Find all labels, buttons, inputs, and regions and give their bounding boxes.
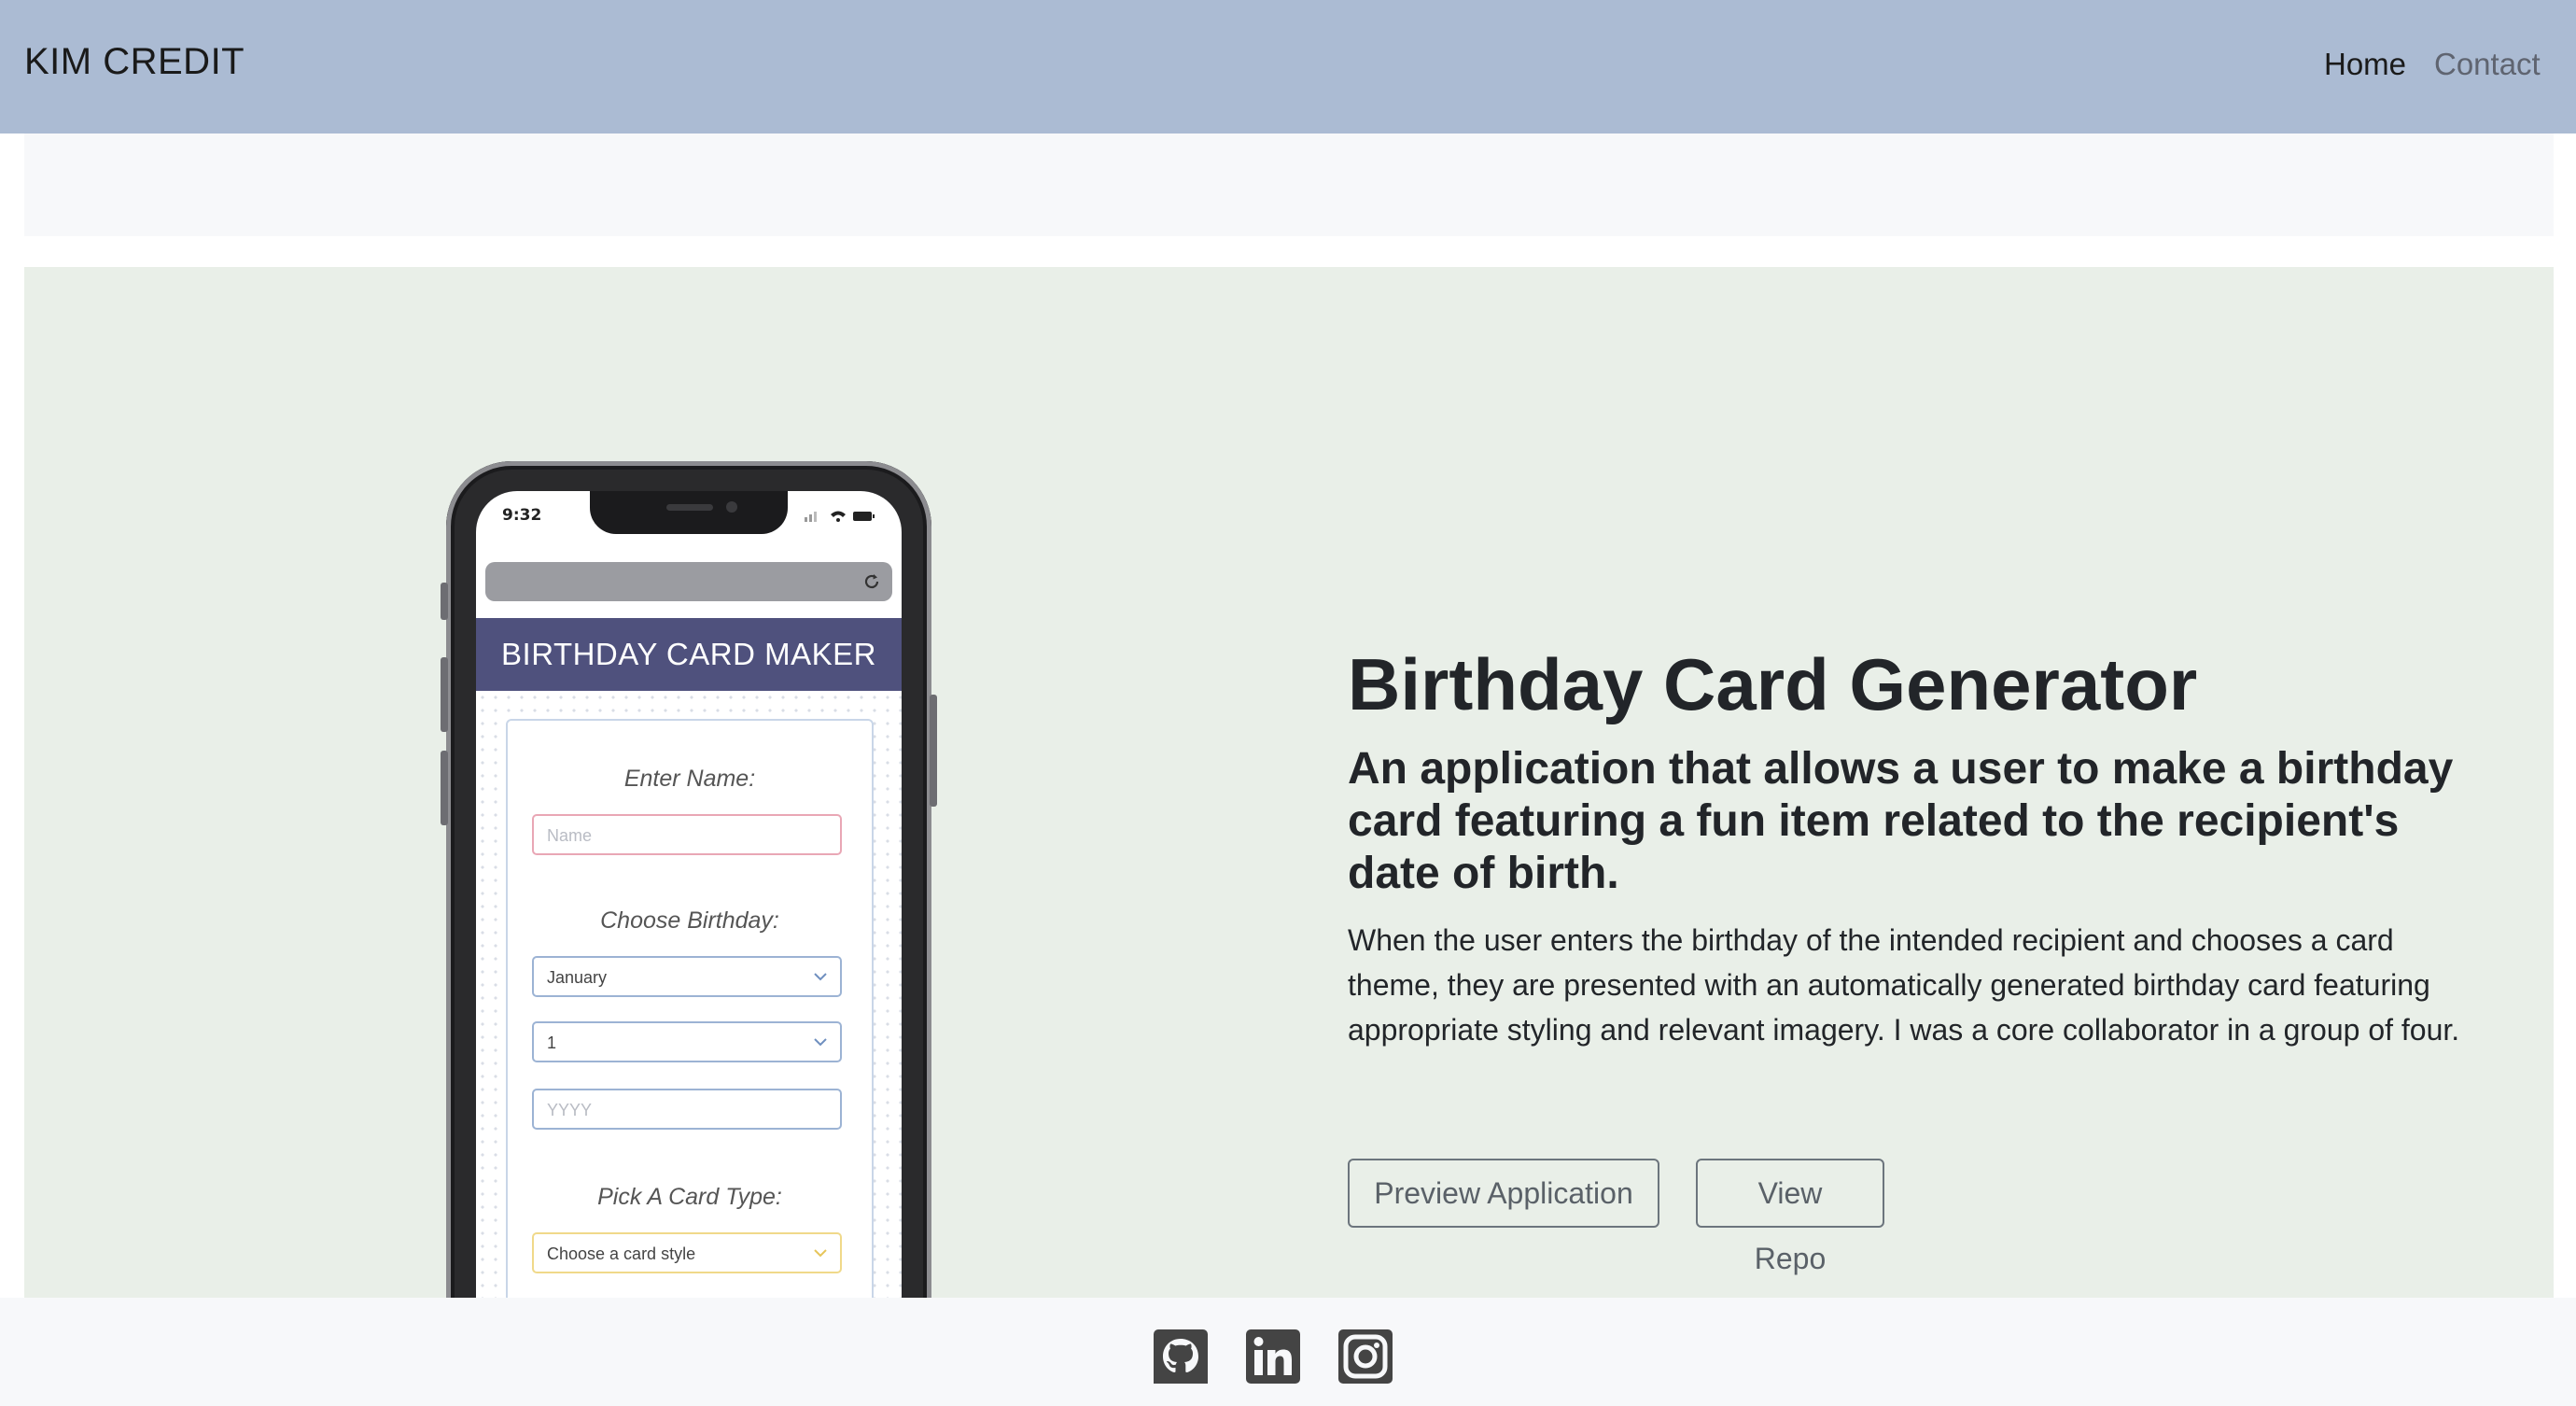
- month-select: January: [532, 956, 842, 997]
- phone-button: [441, 751, 448, 825]
- name-label: Enter Name:: [623, 766, 756, 792]
- status-time: 9:32: [502, 506, 542, 525]
- navbar: KIM CREDIT Home Contact: [0, 0, 2576, 134]
- header-strip: [24, 134, 2554, 236]
- preview-application-button[interactable]: Preview Application: [1348, 1159, 1659, 1228]
- birthday-label: Choose Birthday:: [600, 907, 779, 934]
- instagram-icon[interactable]: [1338, 1329, 1393, 1384]
- phone-mockup-image: 9:32 BIRTHDAY CARD MAKER Enter Name: Nam…: [441, 461, 937, 1298]
- brand-logo[interactable]: KIM CREDIT: [24, 41, 245, 83]
- phone-button: [441, 657, 448, 732]
- linkedin-icon[interactable]: [1246, 1329, 1300, 1384]
- project-description: When the user enters the birthday of the…: [1348, 923, 2460, 1047]
- form-card: Enter Name: Name Choose Birthday: Januar…: [506, 719, 874, 1298]
- chevron-down-icon: [814, 1249, 827, 1258]
- app-body: Enter Name: Name Choose Birthday: Januar…: [476, 691, 902, 1298]
- project-title: Birthday Card Generator: [1348, 643, 2198, 725]
- app-title: BIRTHDAY CARD MAKER: [476, 618, 902, 691]
- name-placeholder: Name: [547, 826, 593, 845]
- phone-button: [441, 583, 448, 620]
- card-type-value: Choose a card style: [547, 1244, 696, 1263]
- project-card: 9:32 BIRTHDAY CARD MAKER Enter Name: Nam…: [24, 267, 2554, 1298]
- chevron-down-icon: [814, 973, 827, 981]
- day-select: 1: [532, 1021, 842, 1062]
- phone-notch: [590, 491, 788, 534]
- phone-screen: 9:32 BIRTHDAY CARD MAKER Enter Name: Nam…: [476, 491, 902, 1298]
- status-signal-wifi-battery-icon: [805, 511, 875, 522]
- footer: [0, 1298, 2576, 1406]
- year-field: YYYY: [532, 1089, 842, 1130]
- project-subtitle: An application that allows a user to mak…: [1348, 744, 2454, 898]
- chevron-down-icon: [814, 1038, 827, 1047]
- reload-icon: [864, 574, 879, 589]
- view-repo-button[interactable]: View Repo: [1696, 1159, 1884, 1275]
- year-placeholder: YYYY: [547, 1101, 593, 1119]
- nav-link-home[interactable]: Home: [2324, 47, 2406, 82]
- card-type-label: Pick A Card Type:: [597, 1184, 782, 1210]
- day-value: 1: [547, 1033, 557, 1052]
- name-field: Name: [532, 814, 842, 855]
- card-type-select: Choose a card style: [532, 1232, 842, 1273]
- browser-url-bar: [485, 562, 892, 601]
- nav-link-contact[interactable]: Contact: [2434, 47, 2541, 82]
- phone-button: [930, 695, 937, 807]
- month-value: January: [547, 968, 608, 987]
- github-icon[interactable]: [1154, 1329, 1208, 1384]
